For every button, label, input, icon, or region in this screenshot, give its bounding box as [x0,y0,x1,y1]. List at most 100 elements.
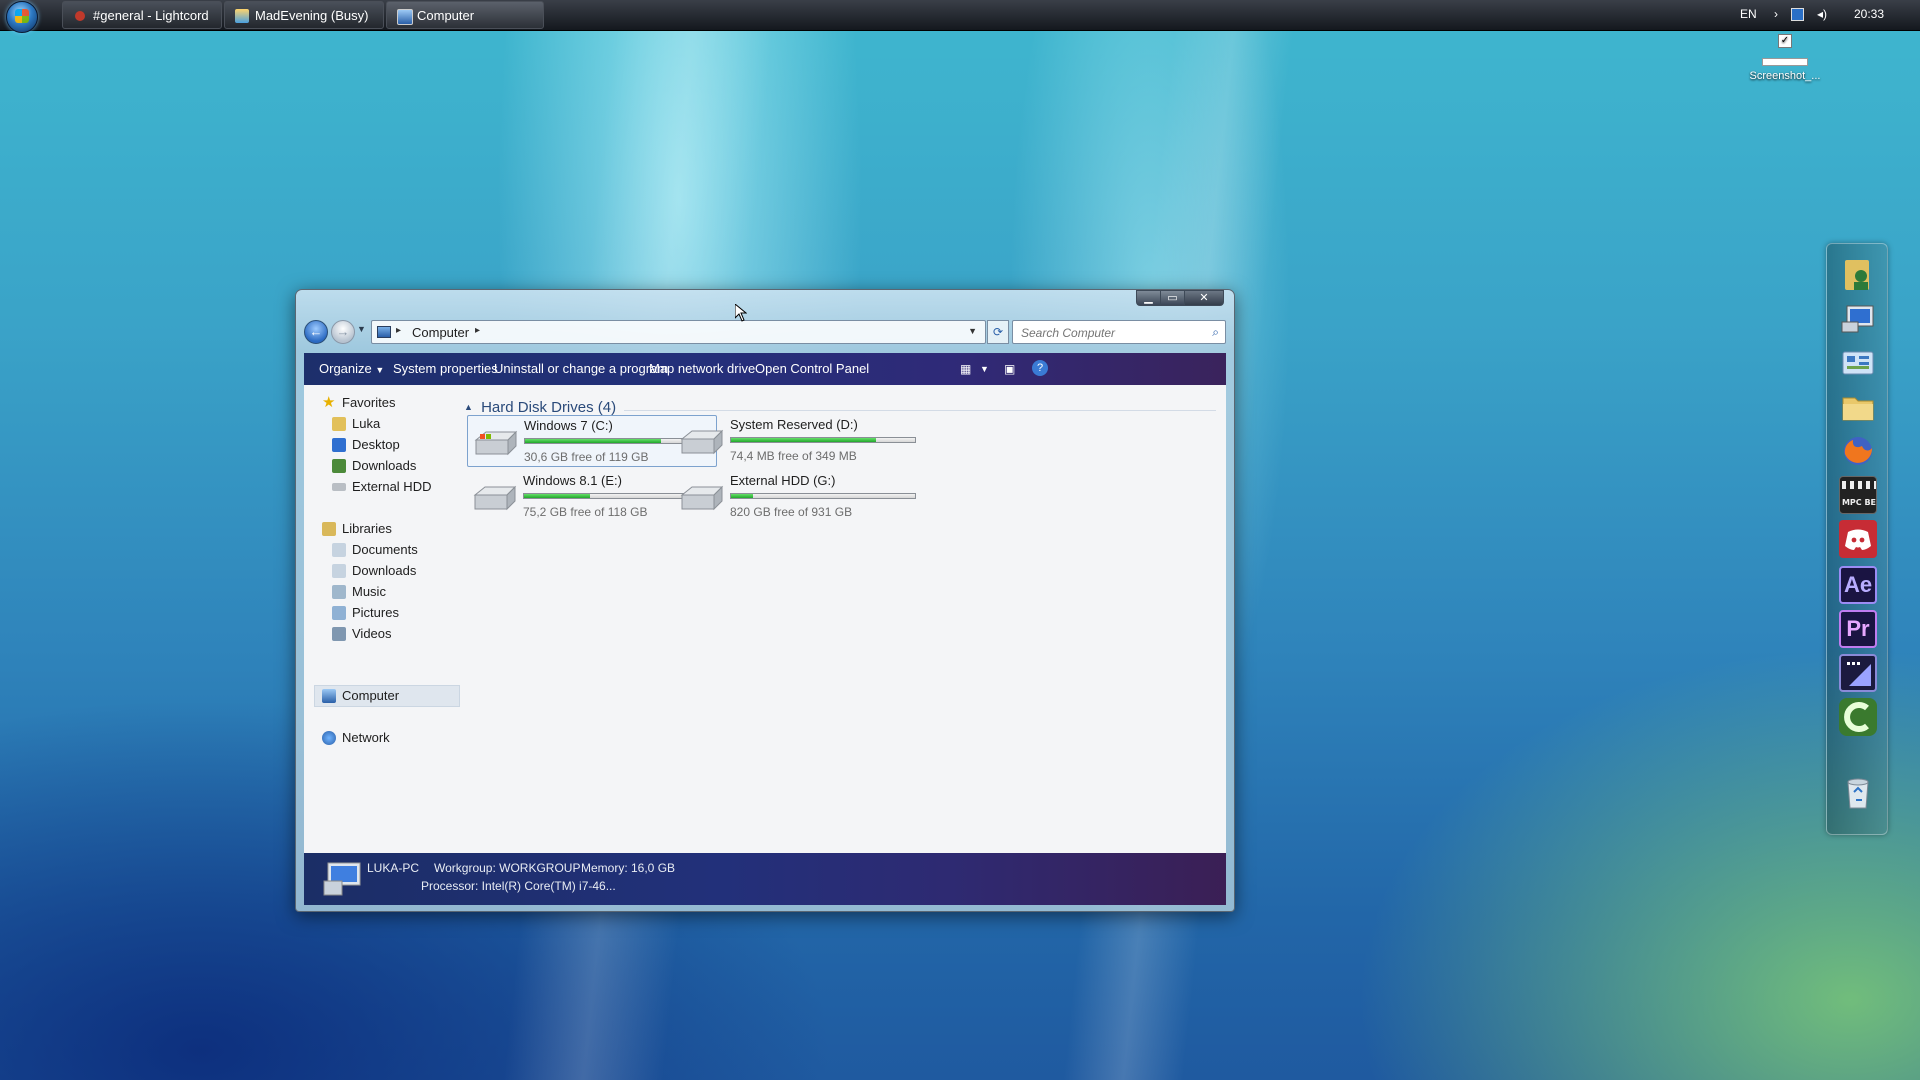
computer-icon [323,862,361,896]
mpc-be-label: MPC BE [1842,498,1876,507]
drive-usage-bar [730,493,916,499]
system-properties-button[interactable]: System properties [393,353,498,385]
drive-usage-bar [730,437,916,443]
minimize-button[interactable]: ▁ [1136,290,1161,306]
uninstall-program-button[interactable]: Uninstall or change a program [494,353,668,385]
drive-name: External HDD (G:) [730,473,836,488]
videos-icon [332,627,346,641]
language-indicator[interactable]: EN [1740,0,1757,28]
breadcrumb-computer[interactable]: Computer [412,325,469,340]
search-box: ⌕ [1012,320,1226,344]
recycle-bin-icon[interactable] [1839,774,1877,812]
selection-checkbox[interactable]: ✓ [1778,34,1792,48]
desktop-icon [332,438,346,452]
search-input[interactable] [1019,322,1203,344]
network-icon [322,731,336,745]
drive-free-space: 820 GB free of 931 GB [730,505,853,519]
search-icon[interactable]: ⌕ [1212,325,1219,340]
taskbar-item-label: MadEvening (Busy) [255,8,369,23]
recent-pages-dropdown-icon[interactable]: ▼ [357,324,366,334]
clock[interactable]: 20:33 [1854,0,1884,28]
show-hidden-icons-icon[interactable]: › [1769,7,1783,21]
address-bar[interactable]: ▸ Computer ▸ ▼ [371,320,986,344]
mpc-be-icon[interactable]: MPC BE [1839,476,1877,514]
downloads-icon [332,459,346,473]
collapse-icon[interactable]: ▲ [464,402,473,412]
taskbar: #general - Lightcord MadEvening (Busy) C… [0,0,1920,33]
drive-name: System Reserved (D:) [730,417,858,432]
drive-free-space: 75,2 GB free of 118 GB [523,505,648,519]
chevron-right-icon[interactable]: ▸ [475,325,480,336]
details-pane: LUKA-PC Workgroup: WORKGROUP Memory: 16,… [304,853,1226,905]
image-thumbnail-icon [1762,58,1808,66]
change-view-icon[interactable]: ▦ [960,362,971,376]
forward-button[interactable]: → [331,320,355,344]
drive-usage-fill [524,494,591,498]
star-icon: ★ [322,394,336,411]
contact-icon [235,9,249,23]
pictures-icon [332,606,346,620]
volume-icon[interactable]: ◂) [1815,7,1829,21]
computer-name: LUKA-PC [367,861,420,875]
taskbar-item-computer[interactable]: Computer [386,1,544,29]
drive-free-space: 30,6 GB free of 119 GB [524,450,649,464]
taskbar-item-label: Computer [417,8,475,23]
drive-usage-fill [731,494,754,498]
music-icon [332,585,346,599]
help-icon[interactable]: ? [1032,360,1048,376]
firefox-icon[interactable] [1839,432,1877,470]
drive-name: Windows 8.1 (E:) [523,473,622,488]
drive-usage-fill [731,438,877,442]
drive-g[interactable]: External HDD (G:) 820 GB free of 931 GB [674,471,924,523]
lightcord-icon [75,11,85,21]
downloads-icon [332,564,346,578]
explorer-window: ▁ ▭ ✕ ← → ▼ ▸ Computer ▸ ▼ ⟳ ⌕ Organize … [295,289,1235,912]
map-network-drive-button[interactable]: Map network drive [649,353,755,385]
drive-icon [473,485,517,511]
drive-icon [680,485,724,511]
open-control-panel-button[interactable]: Open Control Panel [755,353,869,385]
preview-pane-icon[interactable]: ▣ [1004,362,1015,376]
start-button[interactable] [6,1,38,33]
drive-icon [332,483,346,491]
group-divider [624,410,1216,411]
premiere-pro-icon[interactable]: Pr [1839,610,1877,648]
drive-name: Windows 7 (C:) [524,418,613,433]
address-dropdown-icon[interactable]: ▼ [968,326,977,336]
taskbar-item-label: #general - Lightcord [93,8,209,23]
drive-free-space: 74,4 MB free of 349 MB [730,449,857,463]
organize-button[interactable]: Organize ▼ [319,353,384,385]
chevron-down-icon: ▼ [375,365,385,375]
maximize-button[interactable]: ▭ [1160,290,1185,306]
computer-icon [322,689,336,703]
desktop-item-label: Screenshot_... [1749,70,1821,82]
camtasia-icon[interactable] [1839,698,1877,736]
workgroup: Workgroup: WORKGROUP [434,861,581,875]
view-options-dropdown-icon[interactable]: ▼ [980,364,989,374]
control-panel-icon[interactable] [1839,344,1877,382]
memory: Memory: 16,0 GB [581,861,676,875]
organize-label: Organize [319,361,372,376]
back-button[interactable]: ← [304,320,328,344]
chevron-right-icon[interactable]: ▸ [396,325,401,336]
desktop-item-screenshot[interactable]: ✓ Screenshot_... [1745,34,1825,82]
navigation-pane: ★ Favorites Luka Desktop Downloads Exter… [304,385,462,853]
refresh-button[interactable]: ⟳ [987,320,1009,344]
close-button[interactable]: ✕ [1184,290,1224,306]
command-bar: Organize ▼ System properties Uninstall o… [304,353,1226,385]
processor: Processor: Intel(R) Core(TM) i7-46... [421,879,616,893]
group-header-hard-disk-drives[interactable]: ▲ Hard Disk Drives (4) [464,399,616,416]
documents-icon [332,543,346,557]
taskbar-item-lightcord[interactable]: #general - Lightcord [62,1,222,29]
after-effects-icon[interactable]: Ae [1839,566,1877,604]
media-encoder-icon[interactable] [1839,654,1877,692]
drive-usage-fill [525,439,662,443]
dock: MPC BE Ae Pr [1826,243,1888,835]
folder-icon[interactable] [1839,388,1877,426]
network-tray-icon[interactable] [1791,8,1804,21]
drive-d[interactable]: System Reserved (D:) 74,4 MB free of 349… [674,415,924,467]
discord-icon[interactable] [1839,520,1877,558]
computer-icon[interactable] [1839,300,1877,338]
user-folder-icon[interactable] [1839,256,1877,294]
taskbar-item-madevening[interactable]: MadEvening (Busy) [224,1,384,29]
